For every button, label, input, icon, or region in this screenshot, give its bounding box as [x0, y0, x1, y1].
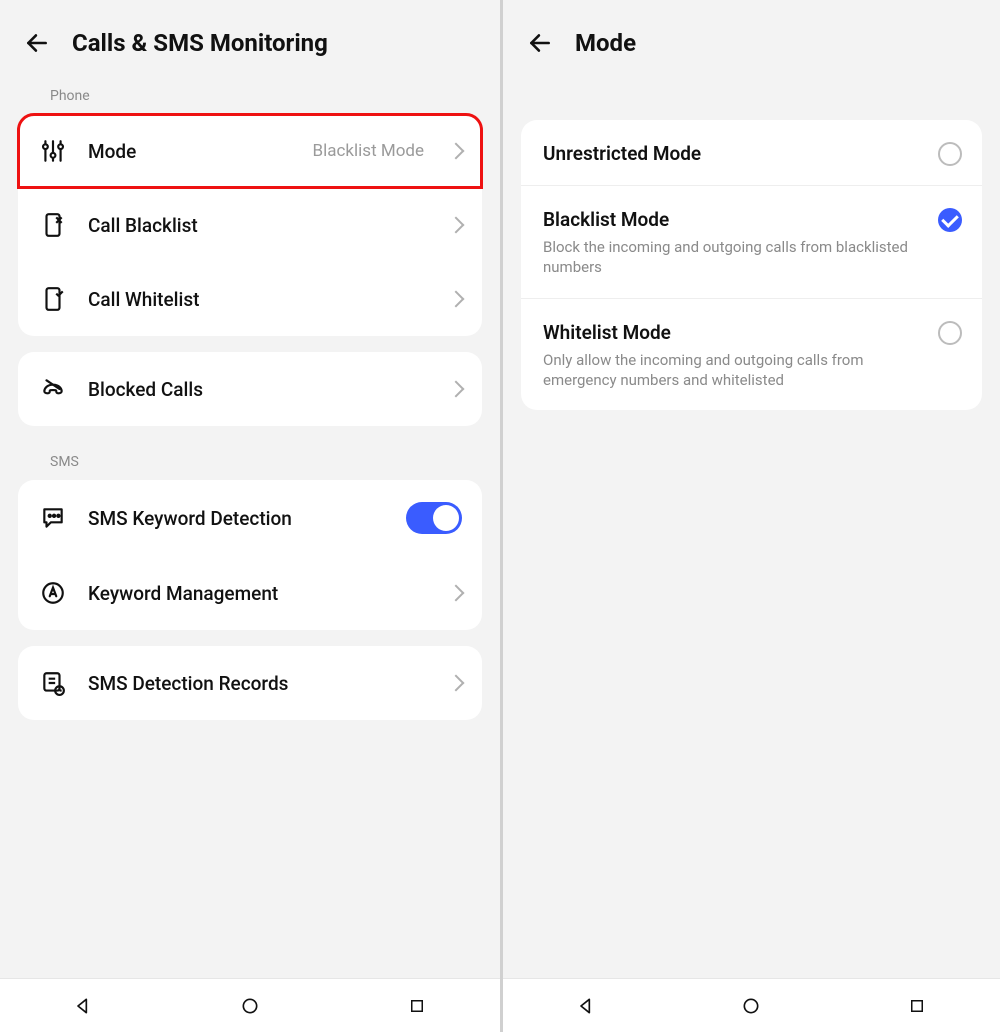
card-blocked-calls: Blocked Calls — [18, 352, 482, 426]
calls-sms-screen: Calls & SMS Monitoring Phone Mode Blackl… — [0, 0, 500, 1032]
header: Calls & SMS Monitoring — [0, 0, 500, 76]
chevron-right-icon — [448, 381, 465, 398]
card-phone-lists: Call Blacklist Call Whitelist — [18, 188, 482, 336]
row-call-whitelist-label: Call Whitelist — [88, 288, 430, 311]
phone-blacklist-icon — [38, 210, 68, 240]
android-navbar — [503, 978, 1000, 1032]
page-title: Calls & SMS Monitoring — [72, 29, 328, 57]
row-mode[interactable]: Mode Blacklist Mode — [18, 114, 482, 188]
row-blocked-calls-label: Blocked Calls — [88, 378, 430, 401]
page-title: Mode — [575, 29, 636, 57]
row-mode-value: Blacklist Mode — [313, 141, 424, 161]
section-label-phone: Phone — [0, 76, 500, 114]
radio-selected-icon[interactable] — [938, 208, 962, 232]
row-call-blacklist-label: Call Blacklist — [88, 214, 430, 237]
row-mode-label: Mode — [88, 140, 293, 163]
chevron-right-icon — [448, 585, 465, 602]
row-call-blacklist[interactable]: Call Blacklist — [18, 188, 482, 262]
row-sms-keyword-label: SMS Keyword Detection — [88, 507, 386, 530]
option-whitelist-desc: Only allow the incoming and outgoing cal… — [543, 350, 960, 391]
sms-keyword-toggle[interactable] — [406, 502, 462, 534]
card-sms-detection: SMS Keyword Detection Keyword Management — [18, 480, 482, 630]
option-blacklist-desc: Block the incoming and outgoing calls fr… — [543, 237, 960, 278]
row-blocked-calls[interactable]: Blocked Calls — [18, 352, 482, 426]
blocked-calls-icon — [38, 374, 68, 404]
nav-recent-icon[interactable] — [399, 988, 435, 1024]
phone-whitelist-icon — [38, 284, 68, 314]
back-arrow-icon[interactable] — [525, 28, 555, 58]
option-unrestricted-title: Unrestricted Mode — [543, 142, 960, 165]
chevron-right-icon — [448, 291, 465, 308]
mode-screen: Mode Unrestricted Mode Blacklist Mode Bl… — [500, 0, 1000, 1032]
sms-keyword-icon — [38, 503, 68, 533]
card-mode: Mode Blacklist Mode — [18, 114, 482, 188]
nav-back-icon[interactable] — [65, 988, 101, 1024]
android-navbar — [0, 978, 500, 1032]
option-blacklist-title: Blacklist Mode — [543, 208, 960, 231]
row-keyword-management-label: Keyword Management — [88, 582, 430, 605]
chevron-right-icon — [448, 143, 465, 160]
card-sms-records: SMS Detection Records — [18, 646, 482, 720]
row-sms-keyword-detection[interactable]: SMS Keyword Detection — [18, 480, 482, 556]
chevron-right-icon — [448, 675, 465, 692]
keyword-management-icon — [38, 578, 68, 608]
row-sms-detection-records[interactable]: SMS Detection Records — [18, 646, 482, 720]
sliders-icon — [38, 136, 68, 166]
content: Phone Mode Blacklist Mode Call Blacklis — [0, 76, 500, 1032]
sms-records-icon — [38, 668, 68, 698]
radio-unselected-icon[interactable] — [938, 142, 962, 166]
option-whitelist-title: Whitelist Mode — [543, 321, 960, 344]
row-call-whitelist[interactable]: Call Whitelist — [18, 262, 482, 336]
radio-unselected-icon[interactable] — [938, 321, 962, 345]
back-arrow-icon[interactable] — [22, 28, 52, 58]
nav-home-icon[interactable] — [733, 988, 769, 1024]
header: Mode — [503, 0, 1000, 76]
nav-back-icon[interactable] — [568, 988, 604, 1024]
nav-recent-icon[interactable] — [899, 988, 935, 1024]
row-sms-records-label: SMS Detection Records — [88, 672, 430, 695]
nav-home-icon[interactable] — [232, 988, 268, 1024]
mode-options-card: Unrestricted Mode Blacklist Mode Block t… — [521, 120, 982, 410]
option-whitelist[interactable]: Whitelist Mode Only allow the incoming a… — [521, 298, 982, 411]
section-label-sms: SMS — [0, 442, 500, 480]
row-keyword-management[interactable]: Keyword Management — [18, 556, 482, 630]
content: Unrestricted Mode Blacklist Mode Block t… — [503, 76, 1000, 1032]
option-blacklist[interactable]: Blacklist Mode Block the incoming and ou… — [521, 185, 982, 298]
chevron-right-icon — [448, 217, 465, 234]
option-unrestricted[interactable]: Unrestricted Mode — [521, 120, 982, 185]
